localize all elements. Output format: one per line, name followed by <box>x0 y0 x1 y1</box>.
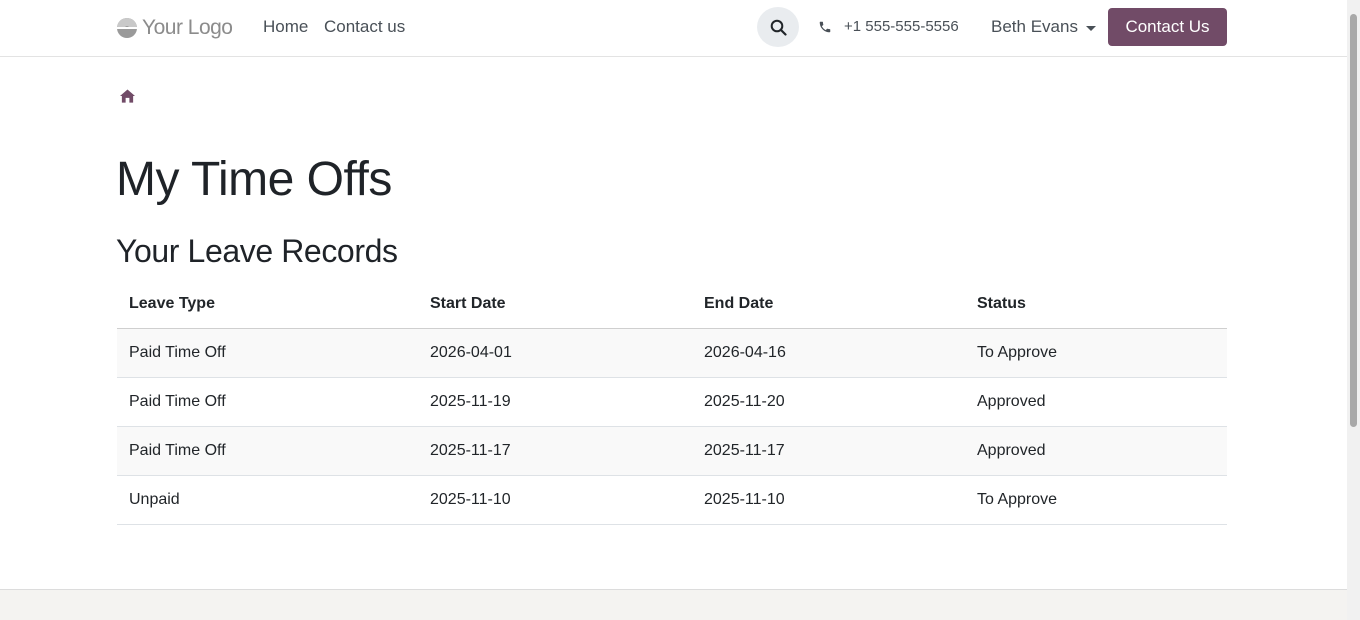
user-name: Beth Evans <box>991 17 1078 36</box>
phone-number: +1 555-555-5556 <box>844 18 959 35</box>
table-row[interactable]: Unpaid 2025-11-10 2025-11-10 To Approve <box>117 475 1227 525</box>
search-button[interactable] <box>757 7 799 47</box>
nav-contact-us[interactable]: Contact us <box>324 17 405 37</box>
cell-end-date: 2026-04-16 <box>692 328 965 378</box>
cell-status: To Approve <box>965 475 1227 525</box>
cell-start-date: 2025-11-17 <box>418 426 692 476</box>
cell-start-date: 2026-04-01 <box>418 328 692 378</box>
scrollbar-thumb[interactable] <box>1350 14 1357 427</box>
search-icon <box>770 19 787 36</box>
page: Your Logo Home Contact us +1 555-555-555… <box>0 0 1360 620</box>
home-icon[interactable] <box>120 89 135 103</box>
table-row[interactable]: Paid Time Off 2026-04-01 2026-04-16 To A… <box>117 328 1227 378</box>
cell-end-date: 2025-11-20 <box>692 377 965 427</box>
vertical-scrollbar[interactable] <box>1347 0 1360 620</box>
cell-leave-type: Paid Time Off <box>117 426 418 476</box>
cell-leave-type: Unpaid <box>117 475 418 525</box>
footer <box>0 589 1347 620</box>
chevron-down-icon <box>1085 25 1096 31</box>
nav-home[interactable]: Home <box>263 17 308 37</box>
contact-us-button[interactable]: Contact Us <box>1108 8 1227 46</box>
column-header-end-date: End Date <box>692 280 965 329</box>
column-header-status: Status <box>965 280 1227 329</box>
table-header-row: Leave Type Start Date End Date Status <box>117 280 1227 329</box>
logo-text: Your Logo <box>142 16 233 39</box>
cell-end-date: 2025-11-17 <box>692 426 965 476</box>
table-row[interactable]: Paid Time Off 2025-11-19 2025-11-20 Appr… <box>117 377 1227 427</box>
cell-end-date: 2025-11-10 <box>692 475 965 525</box>
column-header-start-date: Start Date <box>418 280 692 329</box>
cell-leave-type: Paid Time Off <box>117 377 418 427</box>
cell-status: To Approve <box>965 328 1227 378</box>
table-row[interactable]: Paid Time Off 2025-11-17 2025-11-17 Appr… <box>117 426 1227 476</box>
leave-records-table: Leave Type Start Date End Date Status Pa… <box>117 280 1227 525</box>
top-navbar: Your Logo Home Contact us +1 555-555-555… <box>0 0 1347 57</box>
cell-leave-type: Paid Time Off <box>117 328 418 378</box>
cell-status: Approved <box>965 426 1227 476</box>
phone-icon <box>819 21 831 32</box>
page-title: My Time Offs <box>116 153 392 206</box>
logo[interactable]: Your Logo <box>116 14 233 42</box>
cell-start-date: 2025-11-19 <box>418 377 692 427</box>
cell-status: Approved <box>965 377 1227 427</box>
logo-mark-icon <box>117 18 137 38</box>
column-header-leave-type: Leave Type <box>117 280 418 329</box>
section-title: Your Leave Records <box>116 233 398 269</box>
user-menu-dropdown[interactable]: Beth Evans <box>991 17 1096 37</box>
phone-link[interactable]: +1 555-555-5556 <box>818 18 959 35</box>
cell-start-date: 2025-11-10 <box>418 475 692 525</box>
